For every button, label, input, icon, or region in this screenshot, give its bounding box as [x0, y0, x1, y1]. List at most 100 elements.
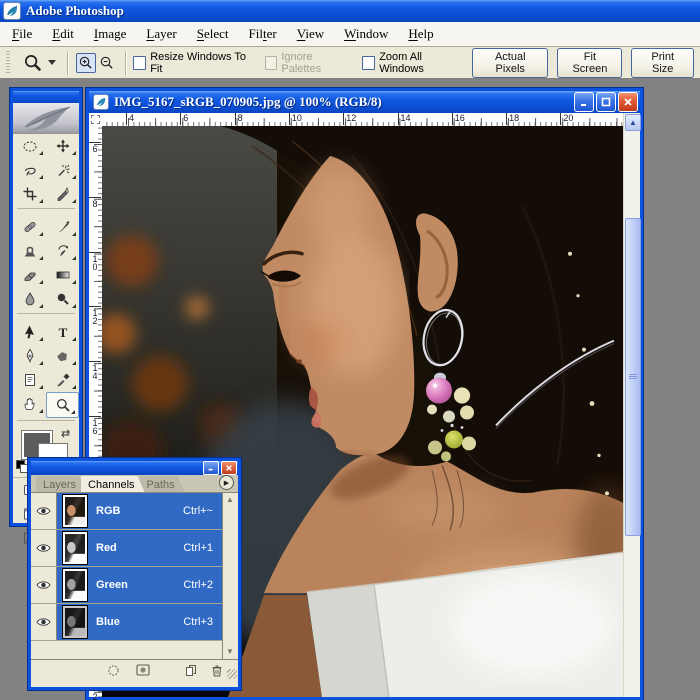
channel-visibility-toggle[interactable]	[31, 493, 57, 529]
channel-selected-area[interactable]: RedCtrl+1	[57, 530, 223, 566]
history-brush-icon	[55, 243, 71, 259]
path-selection-tool[interactable]	[13, 320, 46, 344]
ruler-label: 10	[90, 254, 100, 270]
clone-stamp-icon	[22, 243, 38, 259]
zoom-out-button[interactable]	[97, 53, 117, 73]
eye-icon	[36, 506, 51, 516]
dodge-tool[interactable]	[46, 287, 79, 311]
checkbox-resize-windows-to-fit[interactable]: Resize Windows To Fit	[133, 51, 249, 75]
channel-visibility-toggle[interactable]	[31, 530, 57, 566]
channel-thumbnail	[63, 569, 87, 601]
palette-minimize-button[interactable]	[203, 461, 219, 475]
ruler-origin-corner[interactable]	[89, 113, 103, 127]
menu-view[interactable]: View	[287, 24, 334, 44]
create-new-channel-button[interactable]	[183, 663, 199, 677]
palette-scroll-down-icon[interactable]: ▼	[225, 647, 235, 657]
save-selection-as-channel-button[interactable]	[135, 663, 151, 677]
palette-menu-button[interactable]: ▶	[219, 475, 234, 490]
channel-shortcut: Ctrl+3	[183, 616, 213, 628]
eyedropper-tool[interactable]	[46, 368, 79, 392]
zoom-tool[interactable]	[46, 392, 79, 418]
checkbox-icon[interactable]	[133, 56, 146, 70]
magic-wand-tool[interactable]	[46, 158, 79, 182]
checkbox-zoom-all-windows[interactable]: Zoom All Windows	[362, 51, 460, 75]
channel-row-rgb[interactable]: RGBCtrl+~	[31, 493, 223, 530]
load-channel-as-selection-button[interactable]	[105, 663, 121, 677]
maximize-button[interactable]	[596, 92, 616, 112]
history-brush-tool[interactable]	[46, 239, 79, 263]
type-tool[interactable]: T	[46, 320, 79, 344]
menu-layer[interactable]: Layer	[136, 24, 186, 44]
current-tool-zoom[interactable]	[20, 52, 59, 74]
lasso-tool[interactable]	[13, 158, 46, 182]
pen-tool[interactable]	[13, 344, 46, 368]
crop-tool[interactable]	[13, 182, 46, 206]
menu-edit[interactable]: Edit	[42, 24, 84, 44]
menu-file[interactable]: File	[2, 24, 42, 44]
palette-titlebar[interactable]	[31, 461, 238, 475]
horizontal-ruler[interactable]: 468101214161820	[102, 113, 624, 127]
options-bar-grip[interactable]	[6, 51, 10, 75]
scroll-up-button[interactable]: ▲	[625, 114, 641, 131]
move-tool[interactable]	[46, 134, 79, 158]
palette-resize-grip[interactable]	[227, 669, 237, 679]
eraser-tool[interactable]	[13, 263, 46, 287]
healing-brush-tool[interactable]	[13, 215, 46, 239]
palette-scroll-up-icon[interactable]: ▲	[225, 495, 235, 505]
tab-paths[interactable]: Paths	[140, 476, 185, 492]
type-icon: T	[55, 324, 71, 340]
menu-help[interactable]: Help	[398, 24, 443, 44]
elliptical-marquee-tool[interactable]	[13, 134, 46, 158]
notes-tool[interactable]	[13, 368, 46, 392]
document-title: IMG_5167_sRGB_070905.jpg @ 100% (RGB/8)	[114, 94, 572, 110]
channel-visibility-toggle[interactable]	[31, 567, 57, 603]
close-button[interactable]	[618, 92, 638, 112]
zoom-in-button[interactable]	[76, 53, 96, 73]
palette-scrollbar[interactable]: ▲ ▼	[222, 493, 238, 659]
custom-shape-tool[interactable]	[46, 344, 79, 368]
document-titlebar[interactable]: IMG_5167_sRGB_070905.jpg @ 100% (RGB/8)	[89, 91, 640, 113]
scrollbar-thumb[interactable]	[625, 218, 641, 536]
fit-screen-button[interactable]: Fit Screen	[557, 48, 622, 78]
channel-selected-area[interactable]: RGBCtrl+~	[57, 493, 223, 529]
channel-row-green[interactable]: GreenCtrl+2	[31, 567, 223, 604]
channel-row-blue[interactable]: BlueCtrl+3	[31, 604, 223, 641]
clone-stamp-tool[interactable]	[13, 239, 46, 263]
menu-select[interactable]: Select	[187, 24, 239, 44]
tab-channels[interactable]: Channels	[81, 476, 144, 492]
tool-grid: T	[13, 134, 79, 427]
channel-shortcut: Ctrl+2	[183, 579, 213, 591]
tool-preset-caret-icon[interactable]	[48, 60, 56, 65]
menu-image[interactable]: Image	[84, 24, 137, 44]
lasso-icon	[22, 162, 38, 178]
svg-text:T: T	[58, 325, 67, 340]
actual-pixels-button[interactable]: Actual Pixels	[472, 48, 548, 78]
menu-window[interactable]: Window	[334, 24, 398, 44]
brush-tool[interactable]	[46, 215, 79, 239]
zoom-in-icon	[78, 55, 93, 70]
delete-channel-button[interactable]	[209, 663, 225, 677]
menu-filter[interactable]: Filter	[239, 24, 287, 44]
hand-tool[interactable]	[13, 392, 46, 416]
channel-selected-area[interactable]: GreenCtrl+2	[57, 567, 223, 603]
channel-shortcut: Ctrl+~	[183, 505, 213, 517]
channel-visibility-toggle[interactable]	[31, 604, 57, 640]
slice-icon	[55, 186, 71, 202]
palette-close-button[interactable]	[221, 461, 237, 475]
separator	[67, 51, 68, 75]
minimize-button[interactable]	[574, 92, 594, 112]
tab-layers[interactable]: Layers	[36, 476, 86, 492]
blur-tool[interactable]	[13, 287, 46, 311]
swap-colors-icon[interactable]: ⇄	[61, 427, 70, 440]
default-colors-icon[interactable]	[16, 460, 28, 471]
channel-thumbnail	[63, 495, 87, 527]
gradient-tool[interactable]	[46, 263, 79, 287]
print-size-button[interactable]: Print Size	[631, 48, 694, 78]
toolbox-titlebar[interactable]	[13, 91, 79, 103]
ruler-label: 18	[508, 113, 519, 123]
slice-tool[interactable]	[46, 182, 79, 206]
channel-selected-area[interactable]: BlueCtrl+3	[57, 604, 223, 640]
vertical-scrollbar[interactable]: ▲	[623, 113, 640, 697]
checkbox-icon[interactable]	[362, 56, 375, 70]
channel-row-red[interactable]: RedCtrl+1	[31, 530, 223, 567]
